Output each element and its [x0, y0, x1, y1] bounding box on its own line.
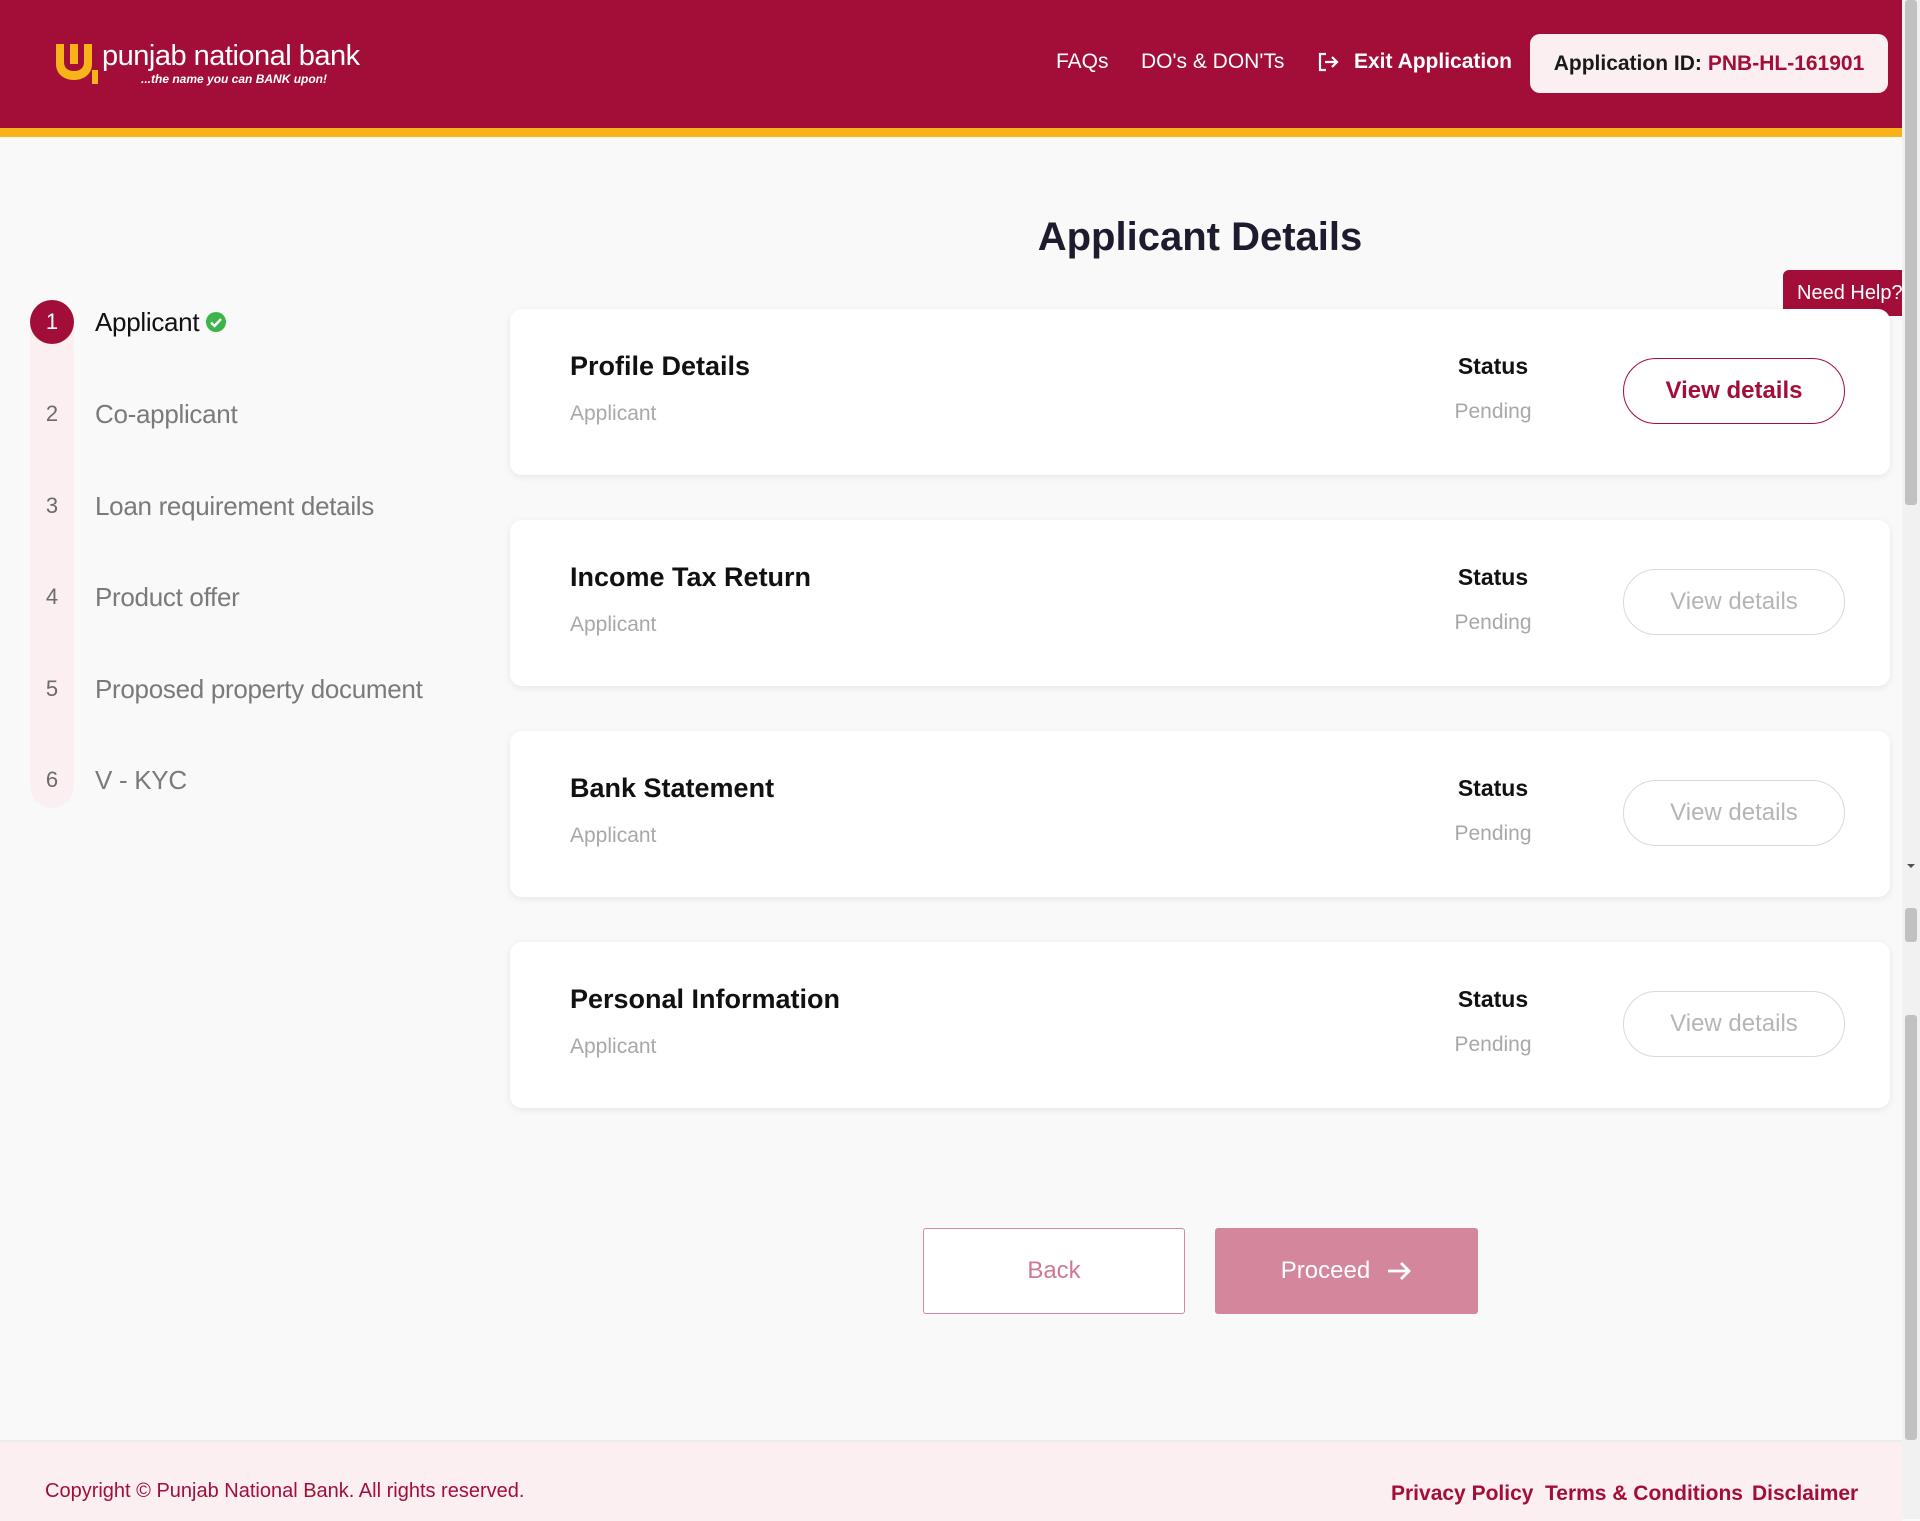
pnb-logo-icon	[56, 44, 98, 84]
nav-dos-donts-link[interactable]: DO's & DON'Ts	[1141, 50, 1284, 74]
scrollbar-thumb-secondary[interactable]	[1905, 908, 1917, 942]
step-number: 1	[30, 300, 74, 344]
step-co-applicant[interactable]: 2 Co-applicant	[30, 392, 238, 436]
status-label: Status	[1457, 353, 1529, 379]
view-details-button[interactable]: View details	[1623, 358, 1845, 424]
card-subtitle: Applicant	[570, 613, 657, 636]
privacy-policy-link[interactable]: Privacy Policy	[1391, 1482, 1533, 1506]
step-number: 2	[45, 401, 59, 426]
card-personal-information: Personal Information Applicant Status Pe…	[510, 942, 1890, 1108]
status-value: Pending	[1454, 400, 1532, 423]
step-number: 4	[45, 584, 59, 609]
stepper-track	[30, 300, 74, 808]
application-id-label: Application ID:	[1553, 51, 1702, 75]
terms-conditions-link[interactable]: Terms & Conditions	[1545, 1482, 1743, 1506]
step-label: Proposed property document	[95, 673, 423, 704]
step-number: 5	[45, 676, 59, 701]
card-subtitle: Applicant	[570, 1035, 657, 1058]
exit-icon	[1318, 52, 1339, 72]
proceed-label: Proceed	[1280, 1257, 1371, 1284]
step-number: 6	[45, 767, 59, 792]
card-subtitle: Applicant	[570, 402, 657, 425]
card-subtitle: Applicant	[570, 824, 657, 847]
card-title: Profile Details	[570, 351, 751, 381]
view-details-button[interactable]: View details	[1623, 991, 1845, 1057]
step-label: Applicant	[95, 306, 200, 337]
view-details-button[interactable]: View details	[1623, 780, 1845, 846]
logo-name: punjab national bank	[102, 40, 360, 72]
view-details-button[interactable]: View details	[1623, 569, 1845, 635]
status-value: Pending	[1454, 611, 1532, 634]
top-header: punjab national bank ...the name you can…	[0, 0, 1902, 137]
step-applicant[interactable]: 1 Applicant	[30, 300, 227, 344]
scrollbar-thumb-lower[interactable]	[1905, 1015, 1917, 1440]
nav-faqs-link[interactable]: FAQs	[1056, 50, 1109, 74]
step-label: Product offer	[95, 581, 240, 612]
scrollbar-thumb[interactable]	[1905, 0, 1917, 505]
exit-application-label: Exit Application	[1354, 50, 1512, 73]
status-label: Status	[1457, 775, 1529, 801]
card-title: Personal Information	[570, 984, 841, 1014]
card-income-tax-return: Income Tax Return Applicant Status Pendi…	[510, 520, 1890, 686]
pnb-logo[interactable]: punjab national bank ...the name you can…	[52, 38, 362, 90]
arrow-right-icon	[1388, 1262, 1412, 1280]
copyright-text: Copyright © Punjab National Bank. All ri…	[45, 1480, 525, 1502]
back-button[interactable]: Back	[923, 1228, 1185, 1314]
step-label: Co-applicant	[95, 398, 238, 429]
step-label: Loan requirement details	[95, 490, 374, 521]
page-scrollbar[interactable]	[1902, 0, 1920, 1519]
step-label: V - KYC	[95, 764, 187, 795]
step-property-document[interactable]: 5 Proposed property document	[30, 667, 423, 711]
status-value: Pending	[1454, 1033, 1532, 1056]
check-circle-icon	[206, 312, 227, 332]
status-value: Pending	[1454, 822, 1532, 845]
application-id-badge: Application ID: PNB-HL-161901	[1530, 34, 1888, 93]
card-title: Bank Statement	[570, 773, 775, 803]
scroll-down-arrow-icon[interactable]	[1907, 864, 1915, 868]
step-loan-requirement[interactable]: 3 Loan requirement details	[30, 484, 374, 528]
card-title: Income Tax Return	[570, 562, 812, 592]
status-label: Status	[1457, 986, 1529, 1012]
card-bank-statement: Bank Statement Applicant Status Pending …	[510, 731, 1890, 897]
logo-tagline: ...the name you can BANK upon!	[141, 72, 328, 86]
page-footer: Copyright © Punjab National Bank. All ri…	[0, 1440, 1902, 1521]
step-product-offer[interactable]: 4 Product offer	[30, 575, 240, 619]
page-title: Applicant Details	[1037, 215, 1363, 259]
card-profile-details: Profile Details Applicant Status Pending…	[510, 309, 1890, 475]
step-number: 3	[45, 493, 59, 518]
step-v-kyc[interactable]: 6 V - KYC	[30, 758, 187, 802]
status-label: Status	[1457, 564, 1529, 590]
proceed-button[interactable]: Proceed	[1215, 1228, 1478, 1314]
application-id-value: PNB-HL-161901	[1707, 51, 1865, 75]
exit-application-link[interactable]: Exit Application	[1316, 50, 1512, 74]
disclaimer-link[interactable]: Disclaimer	[1752, 1482, 1858, 1506]
